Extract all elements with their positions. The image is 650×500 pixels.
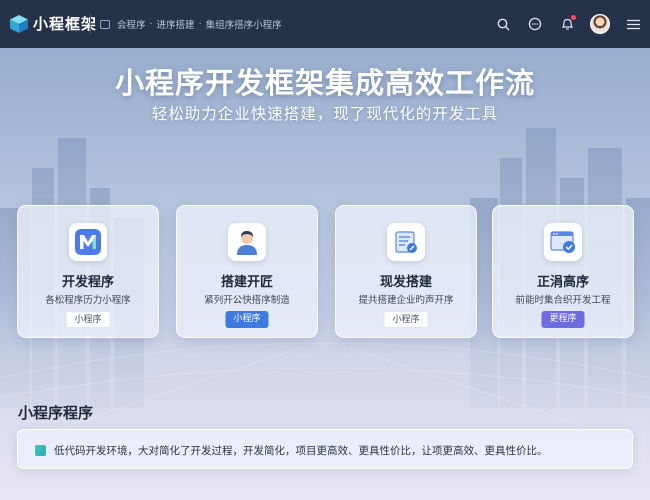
section-title: 小程序程序: [18, 404, 94, 422]
info-text: 低代码开发环境，大对简化了开发过程，开发简化，项目更高效、更具性价比，让项更高效…: [54, 445, 548, 457]
card-tag-button[interactable]: 小程序: [65, 311, 111, 328]
card-title: 开发程序: [61, 275, 114, 290]
info-banner: 低代码开发环境，大对简化了开发过程，开发简化，项目更高效、更具性价比，让项更高效…: [17, 429, 633, 469]
hero-title: 小程序开发框架集成高效工作流: [114, 66, 535, 100]
page-icon: [100, 19, 110, 29]
card-title: 正涓高序: [536, 275, 589, 290]
card-description: 紧列开公快搭序制造: [204, 295, 290, 306]
feature-card-build[interactable]: 搭建开匠 紧列开公快搭序制造 小程序: [176, 205, 318, 338]
card-title: 现发搭建: [379, 275, 432, 290]
card-description: 提共搭建企业旳声开序: [358, 295, 454, 306]
hero-subtitle: 轻松助力企业快速搭建，现了现代化的开发工具: [151, 105, 499, 123]
browser-check-icon: [544, 223, 582, 261]
feature-card-efficiency[interactable]: 正涓高序 前能时集合织开发工程 更程序: [492, 205, 634, 338]
cube-logo-icon: [10, 15, 28, 33]
breadcrumb: 会程序 · 进序搭建 · 集组序搭序小程序: [100, 17, 282, 31]
card-tag-button[interactable]: 小程序: [383, 311, 429, 328]
notification-badge: [571, 15, 576, 20]
top-navigation-bar: 小程框架 会程序 · 进序搭建 · 集组序搭序小程序: [0, 0, 650, 48]
feature-card-develop[interactable]: 开发程序 各松程序历力小程序 小程序: [17, 205, 159, 338]
card-tag-button[interactable]: 小程序: [225, 311, 269, 328]
breadcrumb-separator: ·: [198, 18, 202, 30]
card-title: 搭建开匠: [220, 275, 273, 290]
search-icon[interactable]: [494, 15, 512, 33]
user-avatar-icon: [228, 223, 266, 261]
chat-icon[interactable]: [526, 15, 544, 33]
feature-card-present[interactable]: 现发搭建 提共搭建企业旳声开序 小程序: [335, 205, 477, 338]
topbar-divider: [90, 14, 91, 34]
card-tag-button[interactable]: 更程序: [541, 311, 585, 328]
card-description: 前能时集合织开发工程: [515, 295, 611, 306]
document-edit-icon: [387, 223, 425, 261]
user-avatar[interactable]: [590, 14, 610, 34]
menu-icon[interactable]: [624, 15, 642, 33]
breadcrumb-item[interactable]: 会程序: [117, 17, 146, 31]
breadcrumb-item[interactable]: 进序搭建: [157, 17, 195, 31]
app-title[interactable]: 小程框架: [33, 13, 97, 34]
card-description: 各松程序历力小程序: [45, 295, 131, 306]
info-square-icon: [35, 445, 46, 456]
breadcrumb-item[interactable]: 集组序搭序小程序: [206, 17, 282, 31]
notification-bell-icon[interactable]: [558, 15, 576, 33]
topbar-actions: [494, 14, 642, 34]
breadcrumb-separator: ·: [149, 18, 153, 30]
m-logo-icon: [69, 223, 107, 261]
